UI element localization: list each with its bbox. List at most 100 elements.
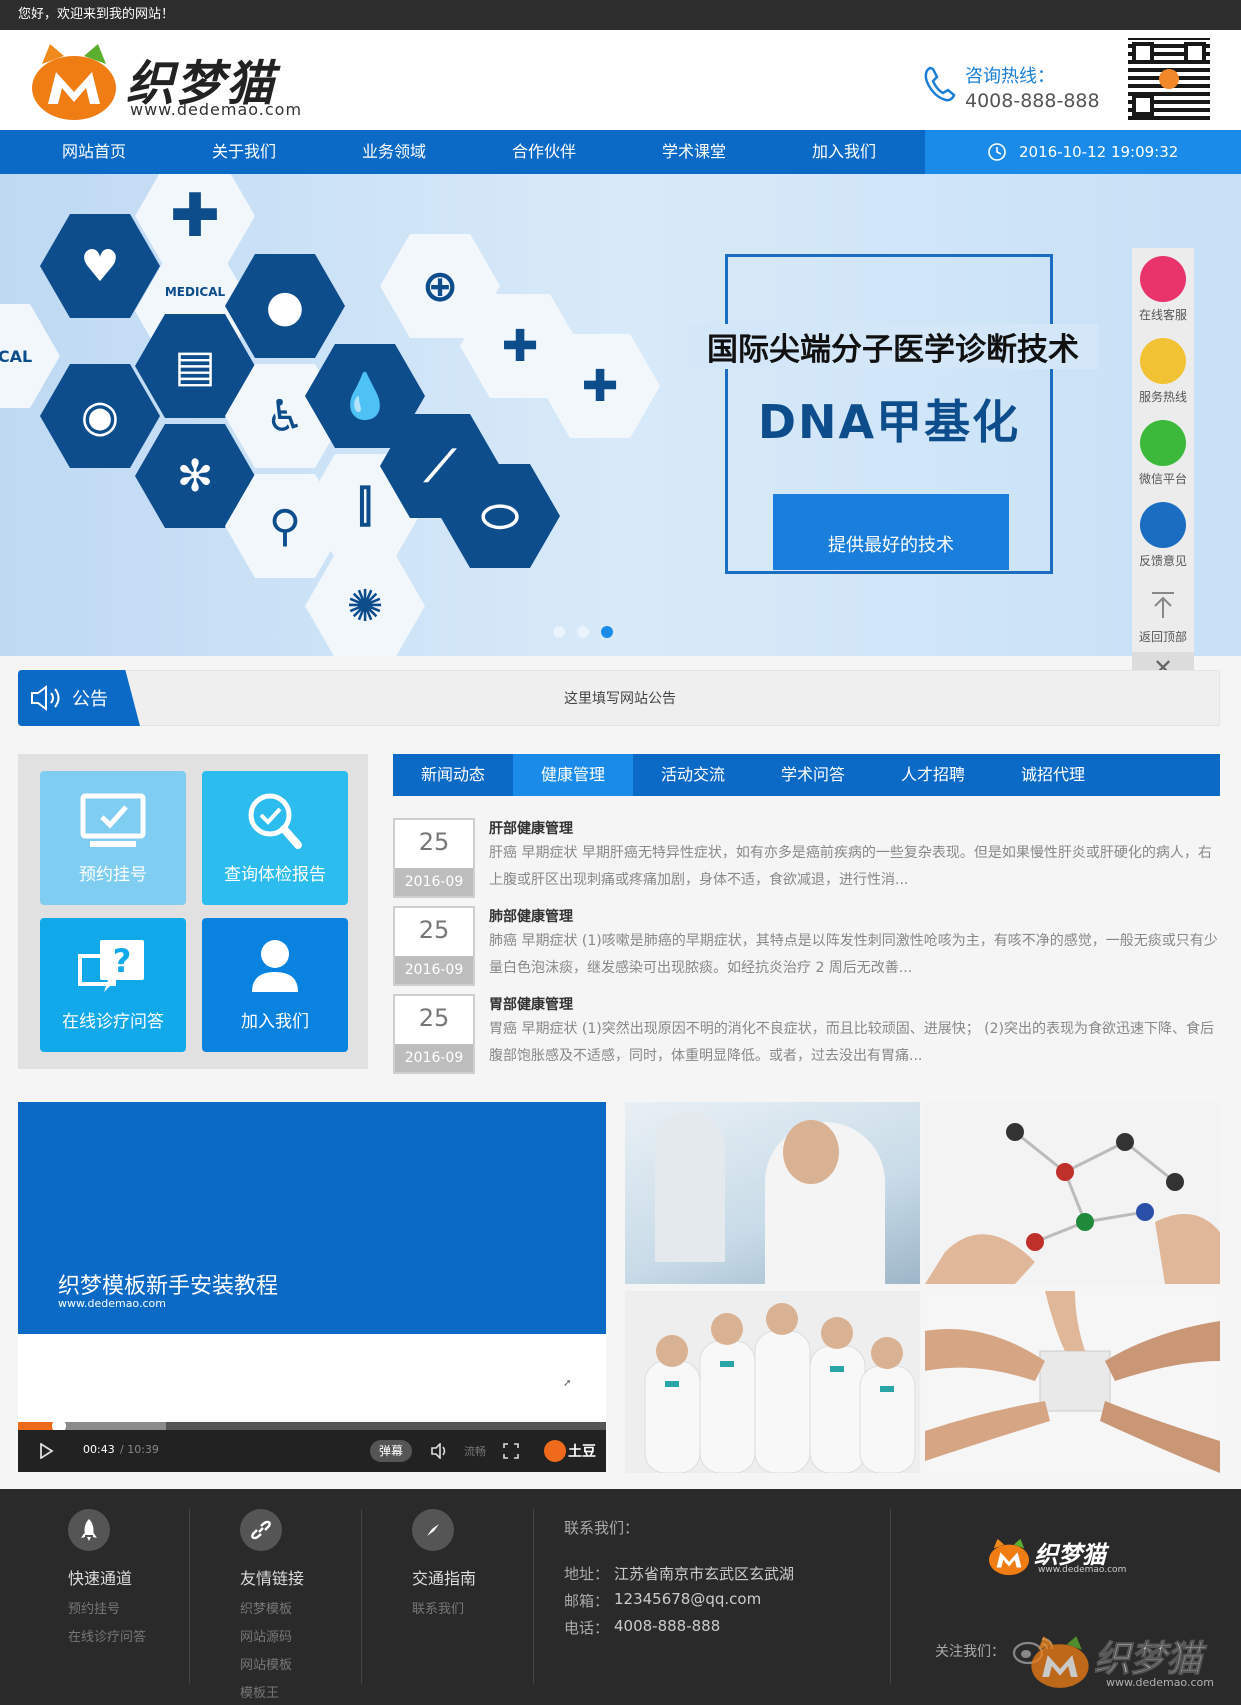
news-item: 25 2016-09 肝部健康管理 肝癌 早期症状 早期肝癌无特异性症状，如有亦… <box>393 818 1223 898</box>
nav-item-partners[interactable]: 合作伙伴 <box>484 130 604 174</box>
mouse-cursor-icon: ➚ <box>563 1378 572 1389</box>
footer-divider <box>361 1509 362 1684</box>
date-box: 25 2016-09 <box>393 906 475 986</box>
tab-activities[interactable]: 活动交流 <box>633 754 753 796</box>
footer-divider <box>890 1509 891 1684</box>
footer-link[interactable]: 织梦模板 <box>240 1598 304 1617</box>
footer-col-title: 快速通道 <box>68 1569 133 1588</box>
nav-item-home[interactable]: 网站首页 <box>34 130 154 174</box>
cat-logo-icon <box>32 44 116 120</box>
control-bar: 00:43 / 10:39 弹幕 流畅 土豆 <box>18 1430 606 1472</box>
address-value: 江苏省南京市玄武区玄武湖 <box>614 1565 795 1583</box>
danmu-toggle[interactable]: 弹幕 <box>370 1440 412 1462</box>
wechat-button[interactable]: 微信平台 <box>1132 412 1194 492</box>
photo-puzzle-hands[interactable] <box>925 1291 1220 1473</box>
date-day: 25 <box>418 916 450 944</box>
play-icon[interactable] <box>38 1443 54 1459</box>
tab-news[interactable]: 新闻动态 <box>393 754 513 796</box>
site-header: 织梦猫 www.dedemao.com 咨询热线： 4008-888-888 <box>0 30 1241 130</box>
online-service-button[interactable]: 在线客服 <box>1132 248 1194 328</box>
date-box: 25 2016-09 <box>393 994 475 1074</box>
date-box: 25 2016-09 <box>393 818 475 898</box>
news-title[interactable]: 肺部健康管理 <box>489 906 573 926</box>
footer-col-quick: 快速通道 预约挂号 在线诊疗问答 <box>68 1509 146 1645</box>
check-report-button[interactable]: 查询体检报告 <box>202 771 348 905</box>
fullscreen-icon[interactable] <box>503 1443 519 1459</box>
hex-cell: EDICAL <box>0 304 60 408</box>
slider-dot[interactable] <box>577 626 589 638</box>
hex-cell: ✺ <box>305 554 425 656</box>
hex-cell: ◉ <box>40 364 160 468</box>
slider-dot[interactable] <box>553 626 565 638</box>
video-url: www.dedemao.com <box>58 1297 166 1310</box>
tab-health[interactable]: 健康管理 <box>513 754 633 796</box>
date-month: 2016-09 <box>395 1044 473 1072</box>
video-player[interactable]: 织梦模板新手安装教程 www.dedemao.com ➚ 00:43 / 10:… <box>18 1102 606 1472</box>
footer-logo-url: www.dedemao.com <box>1038 1565 1127 1575</box>
footer-divider <box>189 1509 190 1684</box>
date-day: 25 <box>418 828 450 856</box>
volume-icon[interactable] <box>431 1443 449 1459</box>
nav-item-academy[interactable]: 学术课堂 <box>634 130 754 174</box>
photo-molecule-model[interactable] <box>925 1102 1220 1284</box>
virus-icon: ✺ <box>346 580 384 632</box>
tab-agents[interactable]: 诚招代理 <box>993 754 1113 796</box>
hex-cell: ● <box>225 254 345 358</box>
phone-label: 电话： <box>564 1619 610 1637</box>
banner-subheadline: DNA甲基化 <box>757 395 1021 449</box>
photo-medical-team[interactable] <box>625 1291 920 1473</box>
hotline-number: 4008-888-888 <box>965 90 1100 112</box>
quality-selector[interactable]: 流畅 <box>464 1443 486 1459</box>
eye-icon: ◉ <box>80 390 120 442</box>
back-to-top-button[interactable]: 返回顶部 <box>1132 576 1194 652</box>
colleague-figure <box>655 1112 725 1262</box>
footer-link[interactable]: 预约挂号 <box>68 1598 146 1617</box>
footer-link[interactable]: 网站源码 <box>240 1626 304 1645</box>
watermark: 织梦猫 www.dedemao.com <box>1030 1628 1230 1694</box>
nav-item-business[interactable]: 业务领域 <box>334 130 454 174</box>
footer-link[interactable]: 网站模板 <box>240 1654 304 1673</box>
date-month: 2016-09 <box>395 956 473 984</box>
slider-dot-active[interactable] <box>601 626 613 638</box>
notice-text[interactable]: 这里填写网站公告 <box>19 688 1221 708</box>
email-value: 12345678@qq.com <box>614 1590 762 1608</box>
email-label: 邮箱： <box>564 1592 610 1610</box>
progress-track[interactable] <box>18 1419 606 1433</box>
online-service-label: 在线客服 <box>1138 308 1187 322</box>
datetime-display: 2016-10-12 19:09:32 <box>925 130 1241 174</box>
appointment-button[interactable]: 预约挂号 <box>40 771 186 905</box>
banner-headline: 国际尖端分子医学诊断技术 <box>688 324 1098 369</box>
hero-banner: EDICAL ♥ ✚ MEDICAL ● ◉ ▤ ✻ ♿ 💧 ⚲ ⫿ ✺ ⊕ ⟋… <box>0 174 1241 656</box>
photo-lab-scientist[interactable] <box>625 1102 920 1284</box>
footer-link[interactable]: 联系我们 <box>412 1598 476 1617</box>
tab-academic-qa[interactable]: 学术问答 <box>753 754 873 796</box>
service-hotline-button[interactable]: 服务热线 <box>1132 330 1194 410</box>
nav-item-about[interactable]: 关于我们 <box>184 130 304 174</box>
join-us-button[interactable]: 加入我们 <box>202 918 348 1052</box>
online-qa-button[interactable]: ? 在线诊疗问答 <box>40 918 186 1052</box>
footer-link[interactable]: 在线诊疗问答 <box>68 1626 146 1645</box>
contact-title: 联系我们： <box>564 1519 640 1537</box>
date-month: 2016-09 <box>395 868 473 896</box>
floating-sidebar: 在线客服 服务热线 微信平台 反馈意见 返回顶部 ✕ <box>1132 248 1194 684</box>
logo[interactable]: 织梦猫 www.dedemao.com <box>30 42 320 122</box>
hex-label: EDICAL <box>0 346 33 366</box>
qr-code <box>1128 38 1210 120</box>
news-item: 25 2016-09 胃部健康管理 胃癌 早期症状 (1)突然出现原因不明的消化… <box>393 994 1223 1074</box>
feedback-button[interactable]: 反馈意见 <box>1132 494 1194 574</box>
link-icon <box>240 1509 282 1551</box>
watermark-url: www.dedemao.com <box>1106 1676 1214 1689</box>
wechat-icon <box>1140 420 1186 466</box>
watermark-text: 织梦猫 <box>1093 1639 1203 1681</box>
banner-cta-button[interactable]: 提供最好的技术 <box>773 494 1009 570</box>
chat-bubble-icon <box>1140 256 1186 302</box>
news-title[interactable]: 胃部健康管理 <box>489 994 573 1014</box>
time-total: / 10:39 <box>120 1443 159 1456</box>
footer-link[interactable]: 模板王 <box>240 1682 304 1701</box>
nav-item-join[interactable]: 加入我们 <box>784 130 904 174</box>
video-brand: 土豆 <box>568 1444 596 1460</box>
tab-recruitment[interactable]: 人才招聘 <box>873 754 993 796</box>
news-summary: 肝癌 早期症状 早期肝癌无特异性症状，如有亦多是癌前疾病的一些复杂表现。但是如果… <box>489 845 1212 888</box>
news-title[interactable]: 肝部健康管理 <box>489 818 573 838</box>
medical-team-image <box>644 1303 916 1473</box>
